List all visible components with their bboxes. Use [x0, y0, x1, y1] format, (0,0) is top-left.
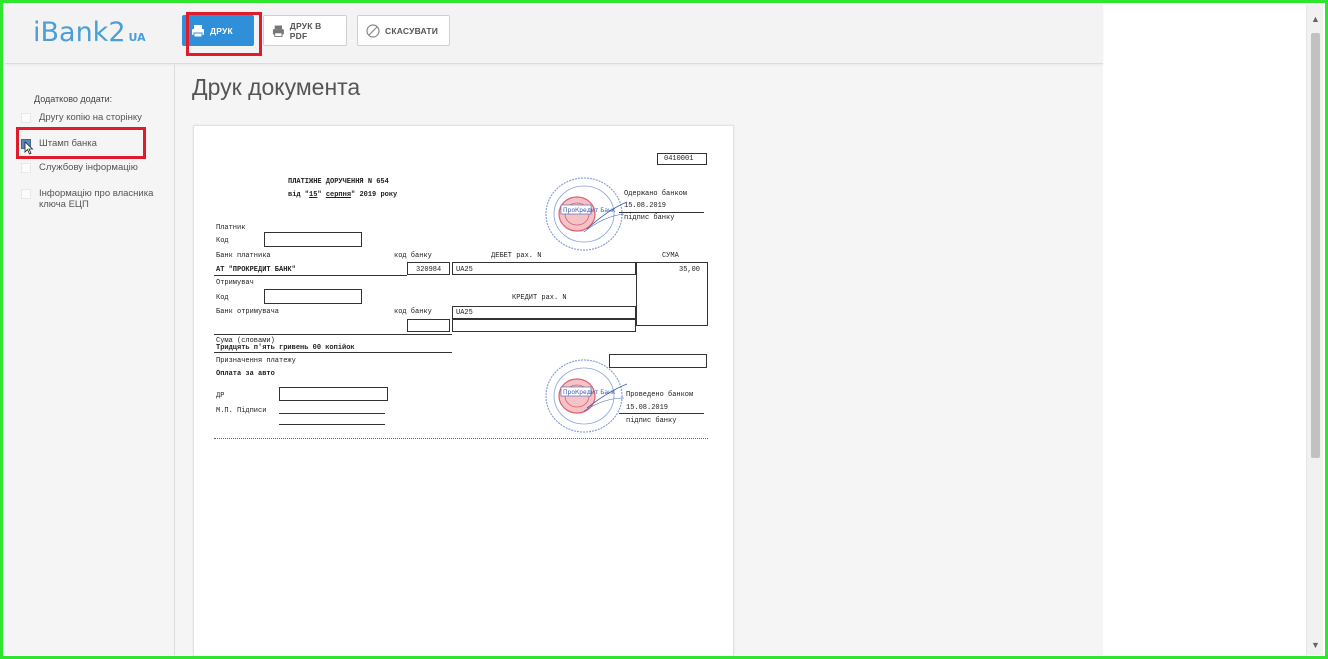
cancel-button[interactable]: СКАСУВАТИ [357, 15, 450, 46]
document-date: від "15" серпня" 2019 року [288, 191, 398, 199]
bank-seal-icon: ПроКредит Банк [545, 359, 628, 433]
stamp2-processed: Проведено банком [626, 391, 694, 399]
print-pdf-button[interactable]: ДРУК В PDF [263, 15, 347, 46]
toolbar: iBank2 UA [5, 5, 1103, 64]
recipient-bank-label: Банк отримувача [216, 308, 280, 316]
amount: 35,00 [679, 266, 701, 274]
payer-code-label: Код [216, 237, 229, 245]
payer-bank-name: АТ "ПРОКРЕДИТ БАНК" [216, 266, 296, 274]
cancel-icon [366, 23, 380, 38]
form-code: 0410001 [664, 155, 694, 163]
svg-text:ПроКредит Банк: ПроКредит Банк [563, 389, 616, 396]
print-button-highlight [186, 12, 262, 56]
recipient-label: Отримувач [216, 279, 254, 287]
printer-icon [272, 25, 284, 37]
purpose: Оплата за авто [216, 370, 275, 378]
document-preview: 0410001 ПЛАТІЖНЕ ДОРУЧЕННЯ N 654 від "15… [193, 125, 734, 659]
app-logo[interactable]: iBank2 UA [33, 17, 146, 48]
signatures-label: М.П. Підписи [216, 407, 267, 415]
stamp1-received: Одержано банком [624, 190, 688, 198]
sum-words: Тридцять п'ять гривень 00 копійок [216, 344, 355, 352]
sum-label: СУМА [662, 252, 679, 260]
bank-stamp-highlight [16, 127, 146, 159]
scroll-thumb[interactable] [1311, 33, 1320, 458]
sidebar-title: Додатково додати: [34, 94, 113, 104]
checkbox[interactable] [21, 163, 31, 173]
payer-bank-code: 320984 [416, 266, 442, 274]
dp-label: ДР [216, 392, 225, 400]
debit-account: UA25 [456, 266, 473, 274]
scroll-up-icon[interactable]: ▲ [1311, 15, 1320, 24]
payer-label: Платник [216, 224, 246, 232]
option-key-owner-info[interactable]: Інформацію про власника ключа ЕЦП [21, 188, 161, 210]
option-service-info[interactable]: Службову інформацію [21, 162, 138, 173]
stamp1-date: 15.08.2019 [624, 202, 667, 210]
payer-bank-label: Банк платника [216, 252, 271, 260]
bank-seal-icon: ПроКредит Банк [545, 177, 628, 251]
document-title: ПЛАТІЖНЕ ДОРУЧЕННЯ N 654 [288, 178, 389, 186]
credit-account: UA25 [456, 309, 473, 317]
debit-label: ДЕБЕТ рах. N [491, 252, 542, 260]
bank-code-label: код банку [394, 252, 432, 260]
page-title: Друк документа [192, 74, 361, 100]
vertical-scrollbar[interactable]: ▲ ▼ [1306, 5, 1323, 655]
option-second-copy[interactable]: Другу копію на сторінку [21, 112, 142, 123]
checkbox[interactable] [21, 113, 31, 123]
stamp2-date: 15.08.2019 [626, 404, 669, 412]
stamp1-sign: підпис банку [624, 214, 675, 222]
svg-text:ПроКредит Банк: ПроКредит Банк [563, 207, 616, 214]
checkbox[interactable] [21, 189, 31, 199]
credit-label: КРЕДИТ рах. N [512, 294, 567, 302]
purpose-label: Призначення платежу [216, 357, 296, 365]
stamp2-sign: підпис банку [626, 417, 677, 425]
scroll-down-icon[interactable]: ▼ [1311, 641, 1320, 650]
recipient-bank-code-label: код банку [394, 308, 432, 316]
recipient-code-label: Код [216, 294, 229, 302]
